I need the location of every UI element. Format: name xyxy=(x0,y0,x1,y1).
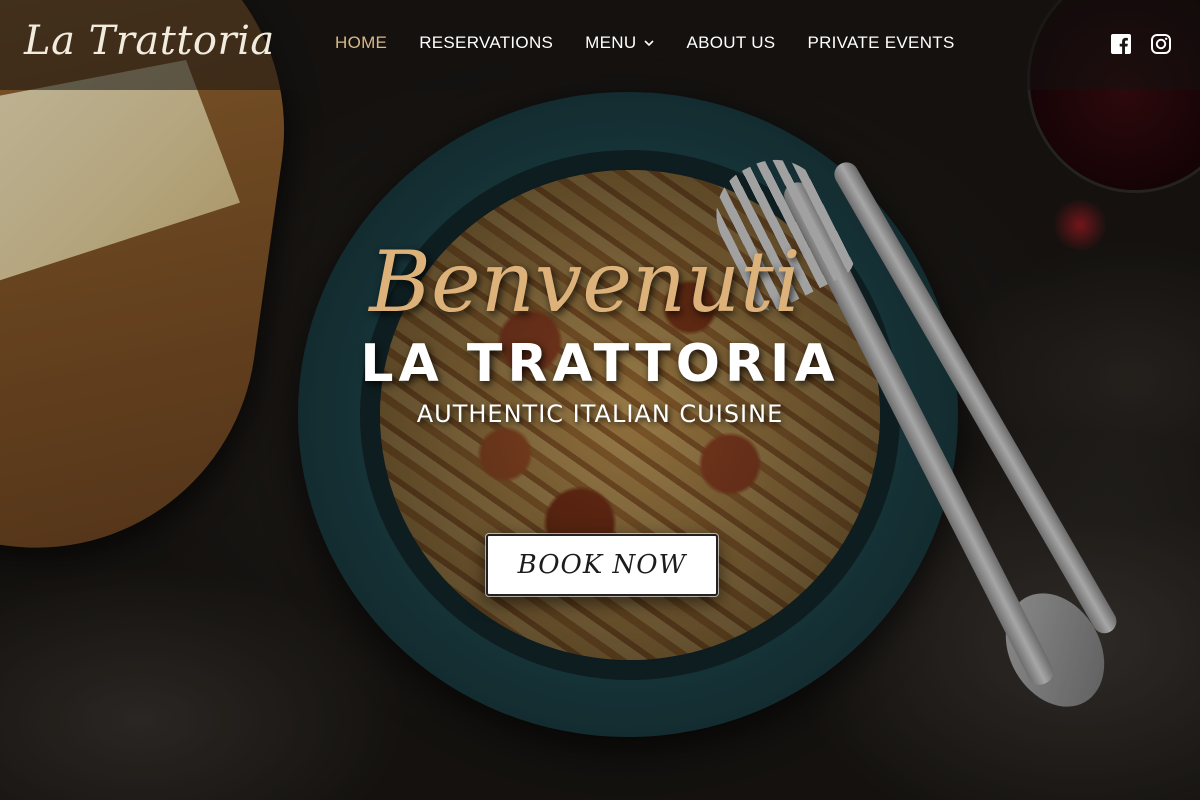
book-now-button[interactable]: BOOK NOW xyxy=(486,534,718,596)
nav-item-label: HOME xyxy=(335,33,388,52)
nav-item-home[interactable]: HOME xyxy=(335,33,387,53)
nav-item-menu[interactable]: MENU xyxy=(585,33,655,53)
instagram-link[interactable] xyxy=(1150,33,1172,55)
nav-item-label: PRIVATE EVENTS xyxy=(807,33,955,52)
site-logo[interactable]: La Trattoria xyxy=(24,18,275,64)
chevron-down-icon xyxy=(644,40,655,47)
nav-item-about-us[interactable]: ABOUT US xyxy=(686,33,775,53)
main-nav: HOME RESERVATIONS MENU ABOUT US PRIVATE … xyxy=(335,33,955,53)
hero-tagline: AUTHENTIC ITALIAN CUISINE xyxy=(416,400,784,428)
nav-item-label: ABOUT US xyxy=(686,33,776,52)
instagram-icon xyxy=(1151,34,1171,54)
hero-welcome: Benvenuti xyxy=(369,233,801,331)
nav-item-label: MENU xyxy=(585,33,637,52)
hero-section: Benvenuti LA TRATTORIA AUTHENTIC ITALIAN… xyxy=(0,240,1200,428)
facebook-link[interactable] xyxy=(1110,33,1132,55)
nav-item-private-events[interactable]: PRIVATE EVENTS xyxy=(807,33,954,53)
facebook-icon xyxy=(1111,34,1131,54)
hero-title: LA TRATTORIA xyxy=(360,334,840,394)
nav-item-label: RESERVATIONS xyxy=(419,33,554,52)
nav-item-reservations[interactable]: RESERVATIONS xyxy=(419,33,553,53)
social-links xyxy=(1110,33,1172,55)
site-header: La Trattoria HOME RESERVATIONS MENU ABOU… xyxy=(0,0,1200,90)
